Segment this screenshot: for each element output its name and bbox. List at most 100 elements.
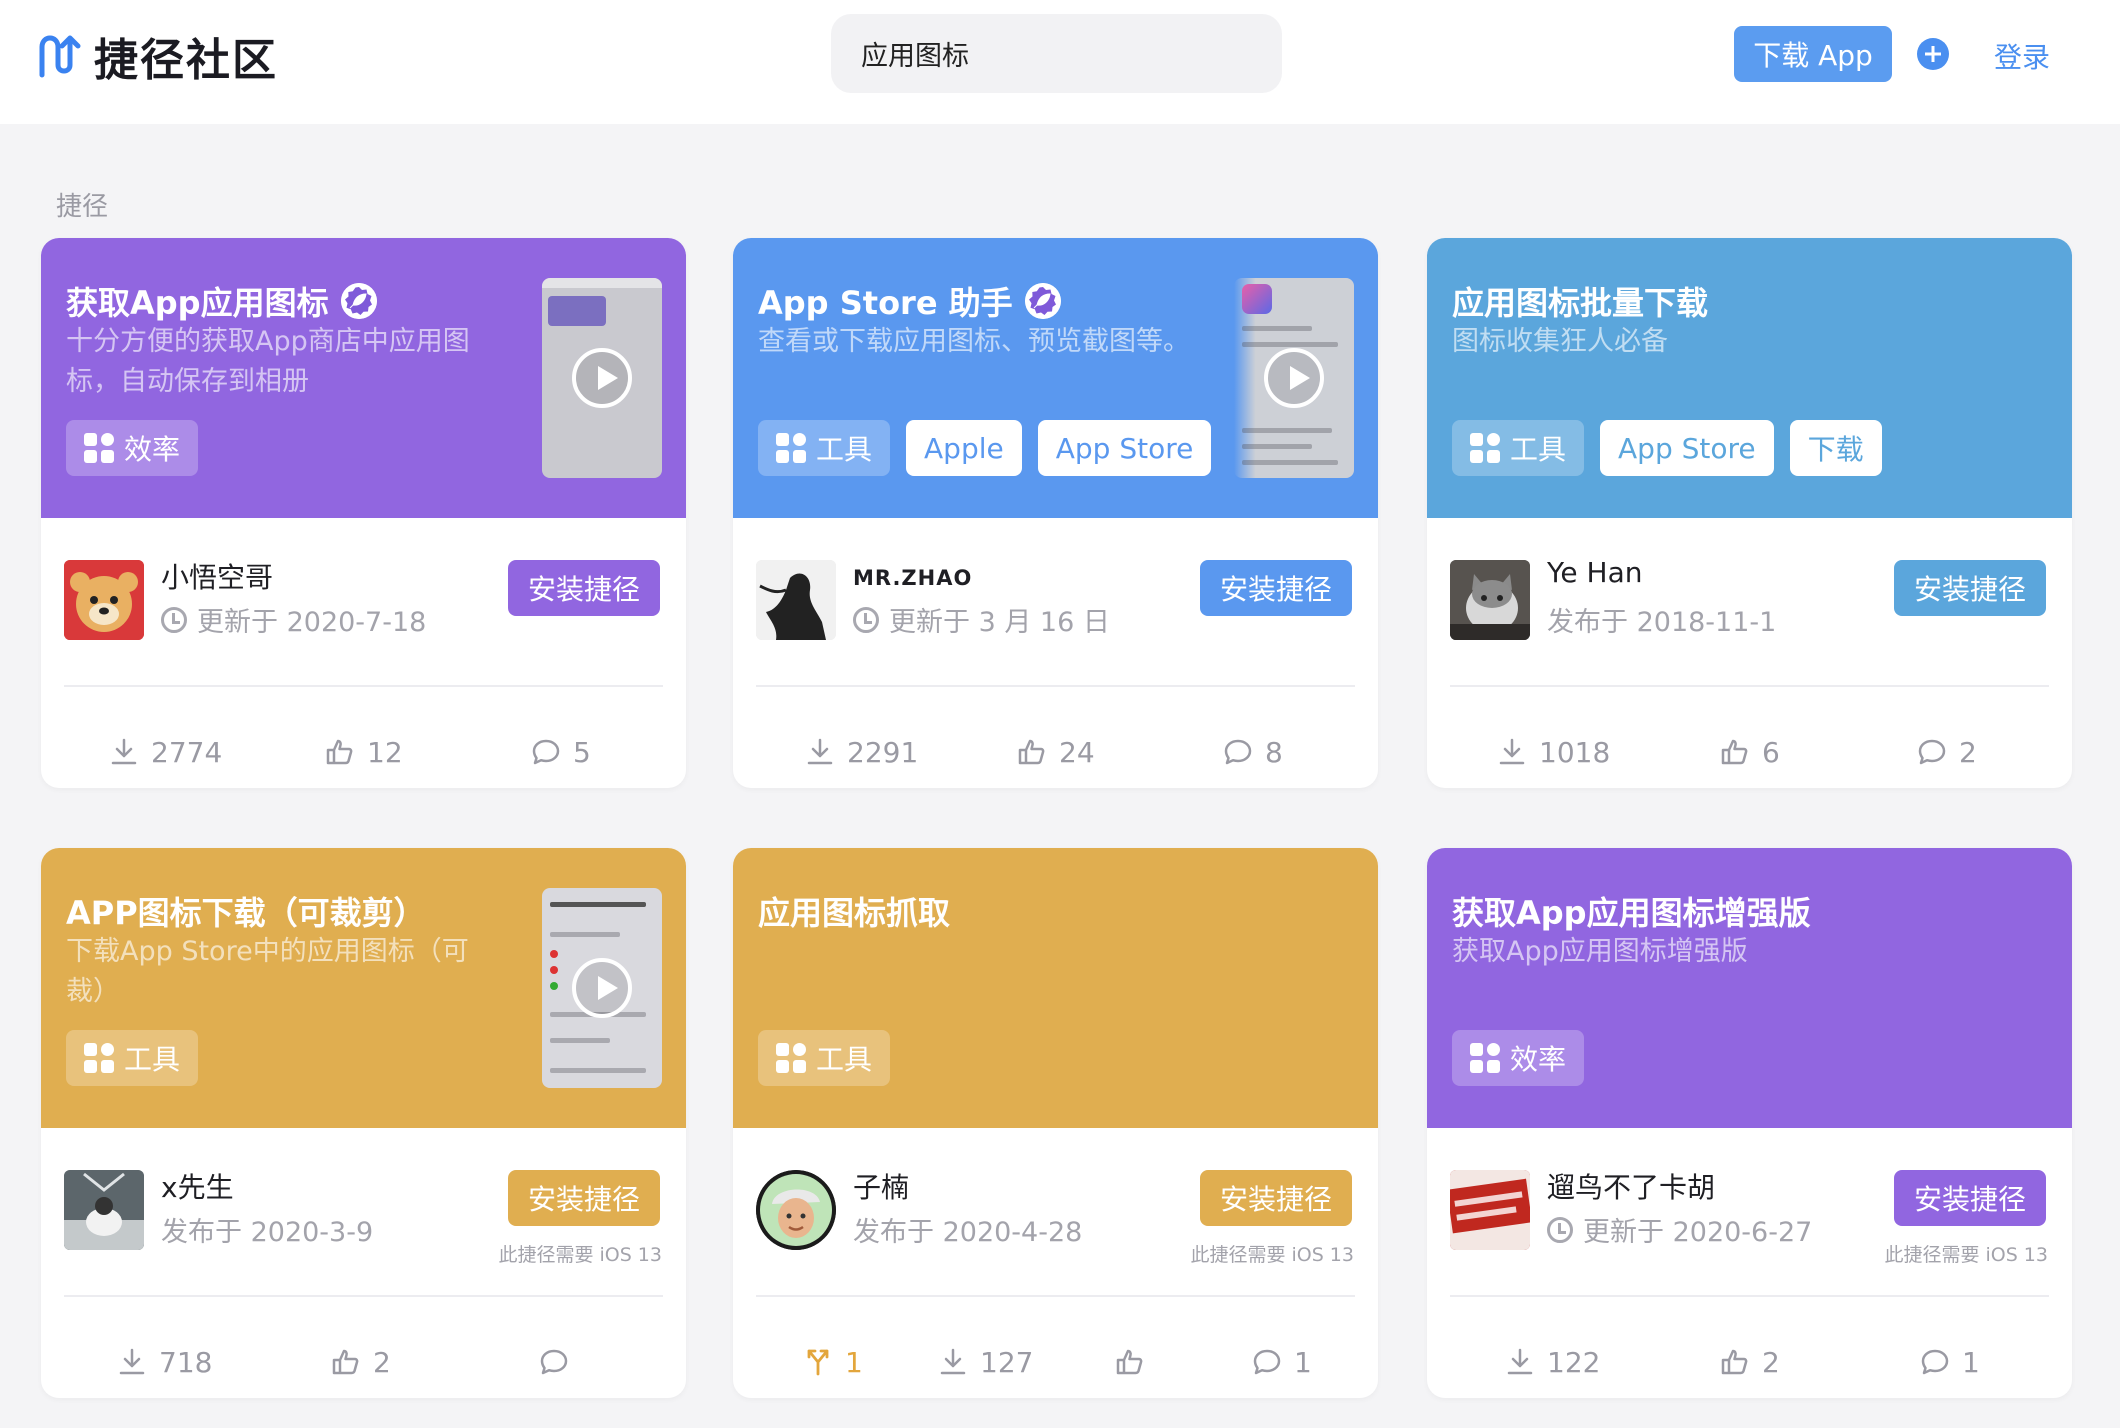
install-shortcut-button[interactable]: 安装捷径 (1199, 1170, 1352, 1226)
card-banner[interactable]: APP图标下载（可裁剪） 下载App Store中的应用图标（可裁） 工具 (41, 848, 686, 1128)
author-name[interactable]: 小悟空哥 (161, 556, 273, 596)
site-name: 捷径社区 (94, 35, 278, 86)
avatar[interactable] (64, 560, 144, 640)
like-button[interactable]: 12 (325, 734, 403, 770)
author-name[interactable]: Ye Han (1547, 556, 1642, 589)
category-tag[interactable]: 工具 (758, 1030, 891, 1086)
tag-list: 工具 App Store 下载 (1452, 420, 1882, 476)
card-title[interactable]: 应用图标批量下载 (1452, 278, 1708, 324)
tag-download[interactable]: 下载 (1789, 420, 1882, 476)
tag-apple[interactable]: Apple (906, 420, 1022, 476)
preview-thumbnail[interactable] (1234, 278, 1354, 478)
card-title[interactable]: 应用图标抓取 (758, 888, 950, 934)
comment-button[interactable]: 1 (1252, 1344, 1312, 1380)
play-icon[interactable] (572, 958, 632, 1018)
avatar[interactable] (1450, 560, 1530, 640)
create-plus-icon[interactable] (1917, 38, 1949, 70)
divider (1450, 685, 2049, 687)
shortcut-card[interactable]: 获取App应用图标 十分方便的获取App商店中应用图标，自动保存到相册 效率 小… (41, 238, 686, 788)
tag-app-store[interactable]: App Store (1600, 420, 1774, 476)
divider (1450, 1295, 2049, 1297)
tag-app-store[interactable]: App Store (1037, 420, 1212, 476)
memoji-avatar-icon (756, 1170, 836, 1250)
comment-icon (540, 1349, 568, 1375)
card-banner[interactable]: 获取App应用图标增强版 获取App应用图标增强版 效率 (1427, 848, 2072, 1128)
comment-icon (1921, 1349, 1949, 1375)
publish-info: 发布于 2018-11-1 (1547, 607, 1777, 638)
avatar[interactable] (1450, 1170, 1530, 1250)
card-banner[interactable]: 应用图标批量下载 图标收集狂人必备 工具 App Store 下载 (1427, 238, 2072, 518)
search-input[interactable] (831, 14, 1282, 93)
download-count: 127 (938, 1344, 1033, 1380)
comment-button[interactable]: 1 (1920, 1344, 1980, 1380)
card-title[interactable]: 获取App应用图标增强版 (1452, 888, 1811, 934)
card-banner[interactable]: App Store 助手 查看或下载应用图标、预览截图等。 工具 Apple A… (733, 238, 1378, 518)
download-app-button[interactable]: 下载 App (1734, 26, 1892, 82)
download-icon (119, 1348, 145, 1375)
clock-icon (853, 606, 879, 633)
verified-badge-icon (1024, 283, 1061, 319)
card-description: 获取App应用图标增强版 (1452, 936, 1748, 967)
download-icon (1507, 1348, 1533, 1375)
comment-icon (1253, 1349, 1281, 1375)
update-info: 更新于 2020-7-18 (161, 600, 426, 639)
thumbs-up-icon (332, 1349, 359, 1375)
comment-button[interactable]: 8 (1223, 734, 1283, 770)
card-title[interactable]: App Store 助手 (758, 278, 1061, 324)
card-title[interactable]: APP图标下载（可裁剪） (66, 888, 426, 934)
verified-badge-icon (340, 283, 377, 319)
card-banner[interactable]: 获取App应用图标 十分方便的获取App商店中应用图标，自动保存到相册 效率 (41, 238, 686, 518)
install-shortcut-button[interactable]: 安装捷径 (507, 560, 660, 616)
shortcut-card[interactable]: APP图标下载（可裁剪） 下载App Store中的应用图标（可裁） 工具 x先… (41, 848, 686, 1398)
tag-list: 工具 (66, 1030, 199, 1086)
download-icon (940, 1348, 966, 1375)
install-shortcut-button[interactable]: 安装捷径 (507, 1170, 660, 1226)
category-grid-icon (84, 433, 114, 463)
download-count: 2774 (109, 734, 222, 770)
avatar[interactable] (756, 1170, 836, 1250)
author-name[interactable]: MR.ZHAO (853, 566, 972, 590)
divider (756, 685, 1355, 687)
login-link[interactable]: 登录 (1994, 36, 2050, 76)
like-button[interactable] (1115, 1344, 1157, 1380)
publish-info: 发布于 2020-3-9 (161, 1217, 374, 1248)
author-name[interactable]: x先生 (161, 1166, 234, 1206)
ios-requirement-note: 此捷径需要 iOS 13 (498, 1244, 662, 1266)
card-banner[interactable]: 应用图标抓取 工具 (733, 848, 1378, 1128)
clock-icon (1547, 1216, 1573, 1243)
avatar[interactable] (756, 560, 836, 640)
category-tag[interactable]: 工具 (758, 420, 891, 476)
avatar[interactable] (64, 1170, 144, 1250)
category-tag[interactable]: 效率 (1452, 1030, 1585, 1086)
comment-icon (1918, 739, 1946, 765)
author-name[interactable]: 遛鸟不了卡胡 (1547, 1166, 1715, 1206)
like-button[interactable]: 2 (1720, 1344, 1780, 1380)
install-shortcut-button[interactable]: 安装捷径 (1199, 560, 1352, 616)
author-name[interactable]: 子楠 (853, 1166, 909, 1206)
silhouette-avatar-icon (756, 560, 836, 640)
category-tag[interactable]: 工具 (1452, 420, 1585, 476)
comment-button[interactable] (539, 1344, 581, 1380)
install-shortcut-button[interactable]: 安装捷径 (1893, 560, 2046, 616)
category-tag[interactable]: 效率 (66, 420, 199, 476)
preview-thumbnail[interactable] (542, 278, 662, 478)
play-icon[interactable] (1264, 348, 1324, 408)
like-button[interactable]: 2 (331, 1344, 391, 1380)
comment-button[interactable]: 2 (1917, 734, 1977, 770)
shortcut-card[interactable]: 应用图标抓取 工具 子楠 发布于 2020-4-28 安装捷径 此捷径需要 iO… (733, 848, 1378, 1398)
card-title[interactable]: 获取App应用图标 (66, 278, 377, 324)
divider (64, 685, 663, 687)
update-info: 更新于 2020-6-27 (1547, 1210, 1812, 1249)
like-button[interactable]: 24 (1017, 734, 1095, 770)
shortcut-card[interactable]: App Store 助手 查看或下载应用图标、预览截图等。 工具 Apple A… (733, 238, 1378, 788)
install-shortcut-button[interactable]: 安装捷径 (1893, 1170, 2046, 1226)
shortcut-card[interactable]: 应用图标批量下载 图标收集狂人必备 工具 App Store 下载 Ye Han… (1427, 238, 2072, 788)
comment-button[interactable]: 5 (531, 734, 591, 770)
like-button[interactable]: 6 (1720, 734, 1780, 770)
category-tag[interactable]: 工具 (66, 1030, 199, 1086)
play-icon[interactable] (572, 348, 632, 408)
site-logo[interactable]: 捷径社区 (38, 28, 278, 86)
shortcut-card[interactable]: 获取App应用图标增强版 获取App应用图标增强版 效率 遛鸟不了卡胡 更新于 … (1427, 848, 2072, 1398)
preview-thumbnail[interactable] (542, 888, 662, 1088)
tag-list: 工具 Apple App Store (758, 420, 1212, 476)
